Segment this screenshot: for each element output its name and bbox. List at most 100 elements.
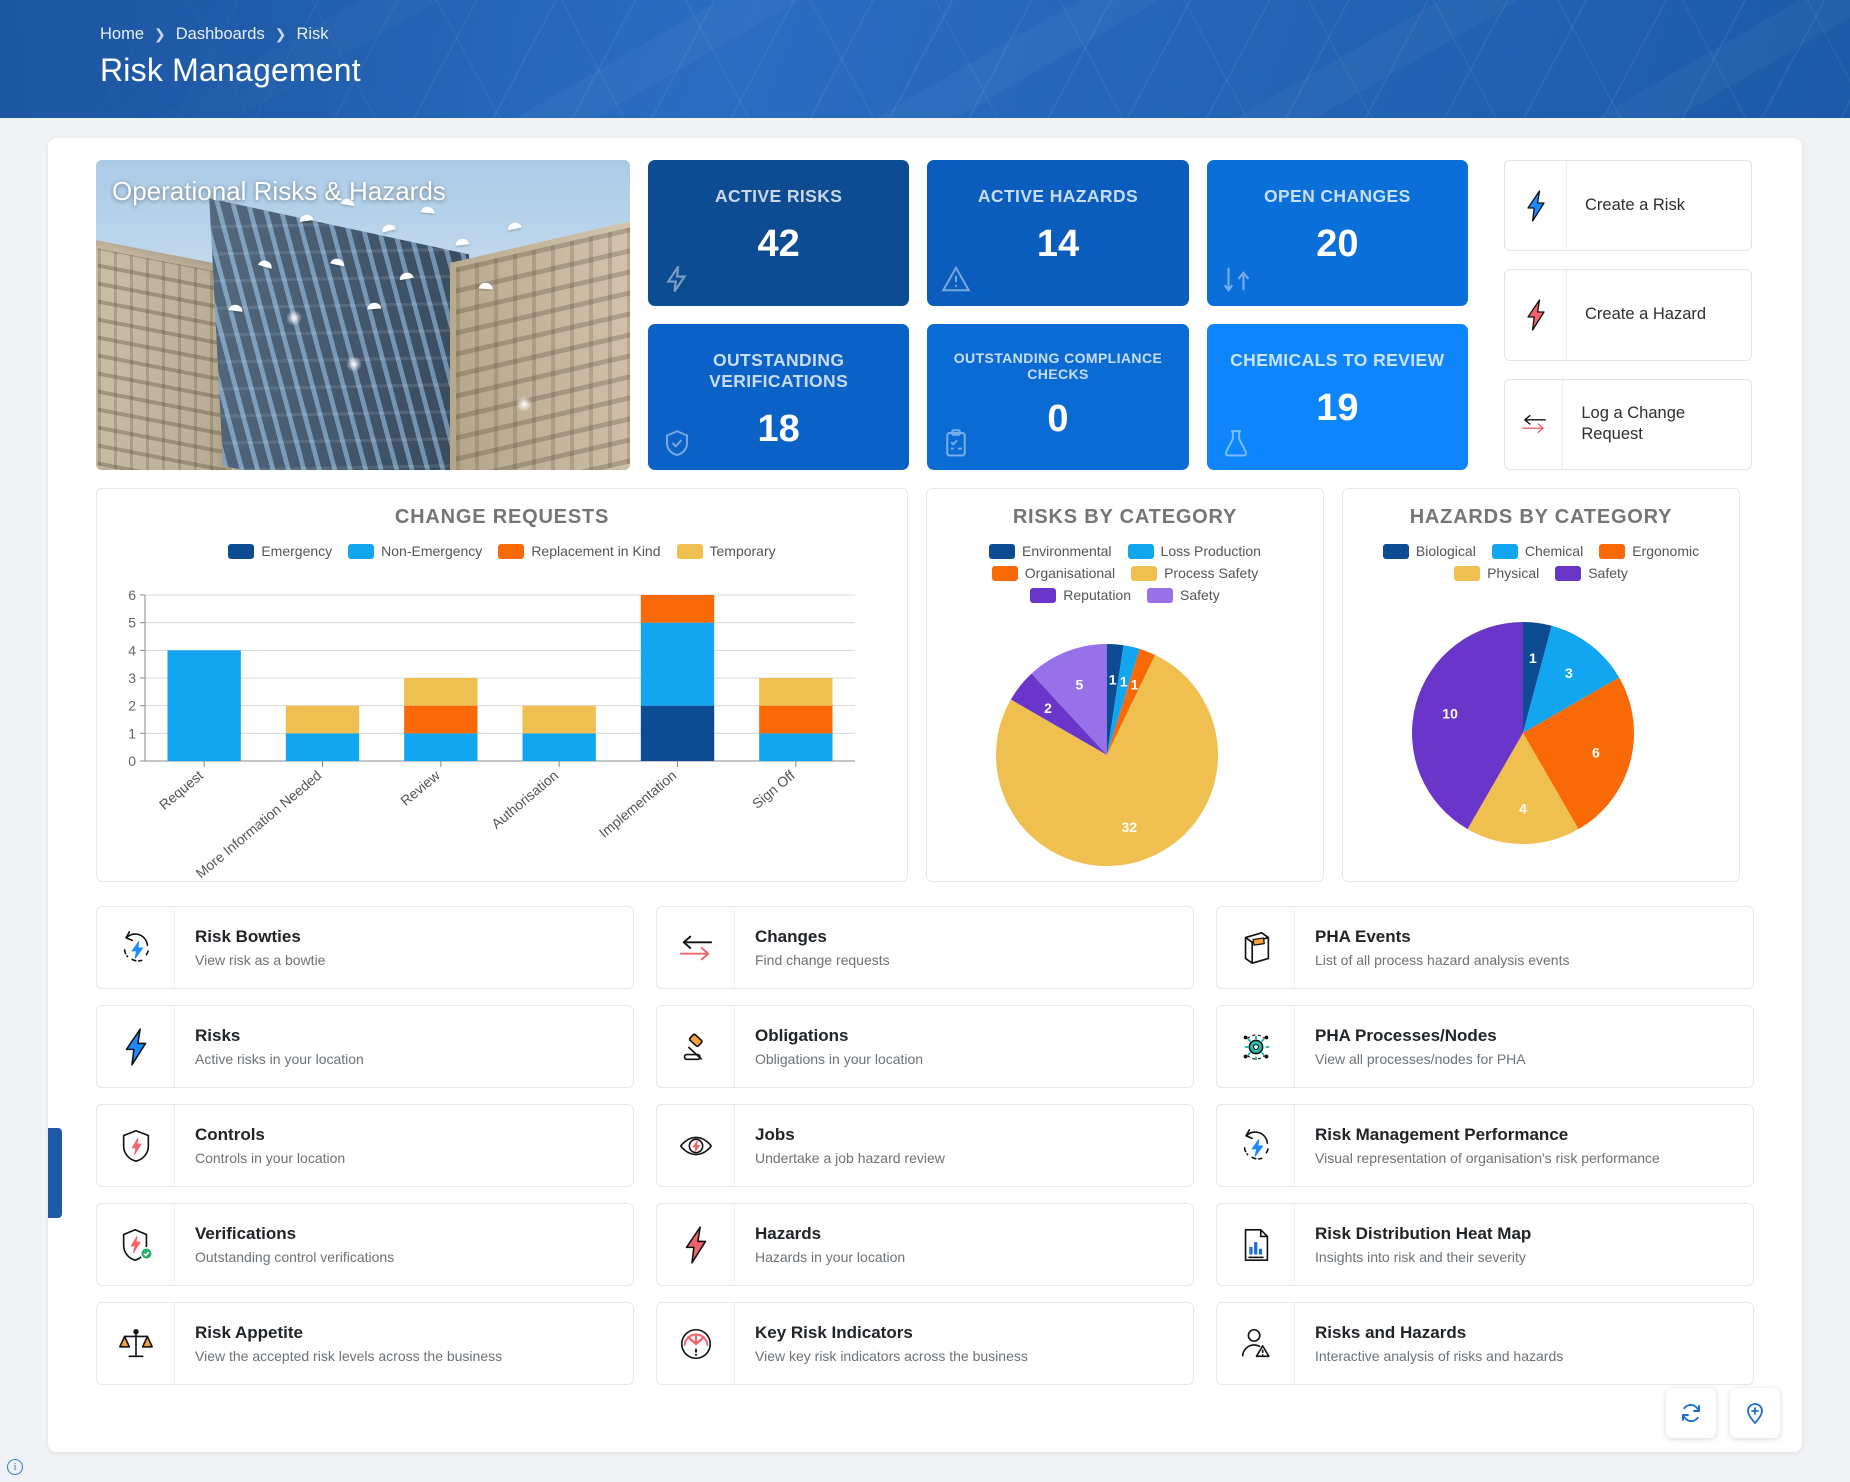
refresh-icon[interactable]	[1666, 1388, 1716, 1438]
svg-text:6: 6	[128, 587, 136, 603]
tile-text: Risk Management PerformanceVisual repres…	[1295, 1125, 1660, 1166]
svg-text:10: 10	[1442, 705, 1458, 721]
bowtie-icon	[1217, 1105, 1295, 1186]
tile-subtitle: Obligations in your location	[755, 1051, 923, 1067]
legend-swatch	[1555, 566, 1581, 581]
hero-building-left	[96, 239, 232, 470]
tile-subtitle: Hazards in your location	[755, 1249, 905, 1265]
kpi-card-chemicals-to-review[interactable]: CHEMICALS TO REVIEW19	[1207, 324, 1468, 470]
tile-title: Verifications	[195, 1224, 394, 1244]
legend-label: Reputation	[1063, 587, 1131, 603]
bolt-red-icon	[657, 1204, 735, 1285]
navigation-tiles: Risk BowtiesView risk as a bowtie Changes…	[48, 882, 1802, 1415]
legend-label: Safety	[1180, 587, 1220, 603]
kpi-value: 20	[1316, 225, 1358, 263]
legend-item[interactable]: Loss Production	[1128, 543, 1261, 559]
legend-item[interactable]: Safety	[1147, 587, 1220, 603]
tile-text: Risk AppetiteView the accepted risk leve…	[175, 1323, 502, 1364]
tile-pha-processes-nodes[interactable]: PHA Processes/NodesView all processes/no…	[1216, 1005, 1754, 1088]
tile-risk-management-performance[interactable]: Risk Management PerformanceVisual repres…	[1216, 1104, 1754, 1187]
svg-text:2: 2	[1044, 700, 1052, 716]
tile-subtitle: View the accepted risk levels across the…	[195, 1348, 502, 1364]
legend-item[interactable]: Biological	[1383, 543, 1476, 559]
kpi-value: 14	[1037, 225, 1079, 263]
tile-risk-appetite[interactable]: Risk AppetiteView the accepted risk leve…	[96, 1302, 634, 1385]
hero-image: Operational Risks & Hazards	[96, 160, 630, 470]
tile-subtitle: Insights into risk and their severity	[1315, 1249, 1531, 1265]
tile-risk-bowties[interactable]: Risk BowtiesView risk as a bowtie	[96, 906, 634, 989]
add-location-icon[interactable]	[1730, 1388, 1780, 1438]
legend-item[interactable]: Emergency	[228, 543, 332, 559]
tile-subtitle: Active risks in your location	[195, 1051, 364, 1067]
tile-controls[interactable]: ControlsControls in your location	[96, 1104, 634, 1187]
chart-legend: Biological Chemical Ergonomic Physical Safet…	[1343, 529, 1739, 581]
legend-item[interactable]: Temporary	[677, 543, 776, 559]
tile-risks[interactable]: RisksActive risks in your location	[96, 1005, 634, 1088]
tile-title: Obligations	[755, 1026, 923, 1046]
svg-text:1: 1	[128, 725, 136, 741]
tile-text: PHA EventsList of all process hazard ana…	[1295, 927, 1569, 968]
sort-icon	[1221, 264, 1251, 294]
tile-verifications[interactable]: VerificationsOutstanding control verific…	[96, 1203, 634, 1286]
legend-swatch	[348, 544, 374, 559]
tile-title: Risk Distribution Heat Map	[1315, 1224, 1531, 1244]
chart-title: CHANGE REQUESTS	[97, 489, 907, 529]
legend-item[interactable]: Reputation	[1030, 587, 1131, 603]
gear-nodes-icon	[1217, 1006, 1295, 1087]
change-arrows-icon	[657, 907, 735, 988]
svg-text:5: 5	[1076, 677, 1084, 693]
tile-key-risk-indicators[interactable]: Key Risk IndicatorsView key risk indicat…	[656, 1302, 1194, 1385]
bowtie-icon	[97, 907, 175, 988]
tile-obligations[interactable]: Obligations Obligations in your location	[656, 1005, 1194, 1088]
tile-jobs[interactable]: JobsUndertake a job hazard review	[656, 1104, 1194, 1187]
legend-swatch	[1492, 544, 1518, 559]
legend-item[interactable]: Chemical	[1492, 543, 1583, 559]
kpi-label: OUTSTANDING VERIFICATIONS	[648, 350, 909, 392]
dashboard-panel: Operational Risks & Hazards ACTIVE RISKS…	[48, 138, 1802, 1452]
hero-bird	[476, 279, 497, 289]
action-button-create-a-hazard[interactable]: Create a Hazard	[1504, 269, 1752, 360]
kpi-card-outstanding-compliance-checks[interactable]: OUTSTANDING COMPLIANCE CHECKS0	[927, 324, 1188, 470]
action-button-log-a-change-request[interactable]: Log a Change Request	[1504, 379, 1752, 470]
kpi-card-active-hazards[interactable]: ACTIVE HAZARDS14	[927, 160, 1188, 306]
legend-item[interactable]: Safety	[1555, 565, 1628, 581]
action-button-create-a-risk[interactable]: Create a Risk	[1504, 160, 1752, 251]
hero-bird	[364, 299, 385, 309]
legend-item[interactable]: Non-Emergency	[348, 543, 482, 559]
kpi-card-outstanding-verifications[interactable]: OUTSTANDING VERIFICATIONS18	[648, 324, 909, 470]
svg-text:2: 2	[128, 698, 136, 714]
clipboard-check-icon	[941, 428, 971, 458]
kpi-card-active-risks[interactable]: ACTIVE RISKS42	[648, 160, 909, 306]
shield-check-bolt-icon	[97, 1204, 175, 1285]
tile-risk-distribution-heat-map[interactable]: Risk Distribution Heat Map Insights into …	[1216, 1203, 1754, 1286]
floating-actions	[1666, 1388, 1780, 1438]
bolt-red-icon	[1505, 270, 1567, 359]
breadcrumb-item[interactable]: Home	[100, 25, 144, 44]
scales-icon	[97, 1303, 175, 1384]
legend-label: Environmental	[1022, 543, 1112, 559]
tile-text: JobsUndertake a job hazard review	[735, 1125, 945, 1166]
legend-item[interactable]: Environmental	[989, 543, 1112, 559]
person-warning-icon	[1217, 1303, 1295, 1384]
tile-text: ChangesFind change requests	[735, 927, 890, 968]
kpi-card-open-changes[interactable]: OPEN CHANGES20	[1207, 160, 1468, 306]
tile-hazards[interactable]: HazardsHazards in your location	[656, 1203, 1194, 1286]
svg-text:1: 1	[1529, 650, 1537, 666]
legend-item[interactable]: Process Safety	[1131, 565, 1258, 581]
legend-item[interactable]: Ergonomic	[1599, 543, 1699, 559]
chart-title: HAZARDS BY CATEGORY	[1343, 489, 1739, 529]
tile-risks-and-hazards[interactable]: Risks and HazardsInteractive analysis of…	[1216, 1302, 1754, 1385]
tile-changes[interactable]: ChangesFind change requests	[656, 906, 1194, 989]
tile-subtitle: View all processes/nodes for PHA	[1315, 1051, 1526, 1067]
svg-text:4: 4	[128, 642, 136, 658]
change-arrows-icon	[1505, 380, 1563, 469]
legend-item[interactable]: Physical	[1454, 565, 1539, 581]
legend-item[interactable]: Organisational	[992, 565, 1115, 581]
legend-label: Non-Emergency	[381, 543, 482, 559]
hero-title: Operational Risks & Hazards	[112, 176, 446, 207]
breadcrumb-item[interactable]: Dashboards	[176, 25, 265, 44]
info-icon[interactable]: i	[7, 1459, 23, 1475]
action-label: Create a Risk	[1567, 195, 1695, 216]
tile-pha-events[interactable]: PHA EventsList of all process hazard ana…	[1216, 906, 1754, 989]
legend-item[interactable]: Replacement in Kind	[498, 543, 660, 559]
